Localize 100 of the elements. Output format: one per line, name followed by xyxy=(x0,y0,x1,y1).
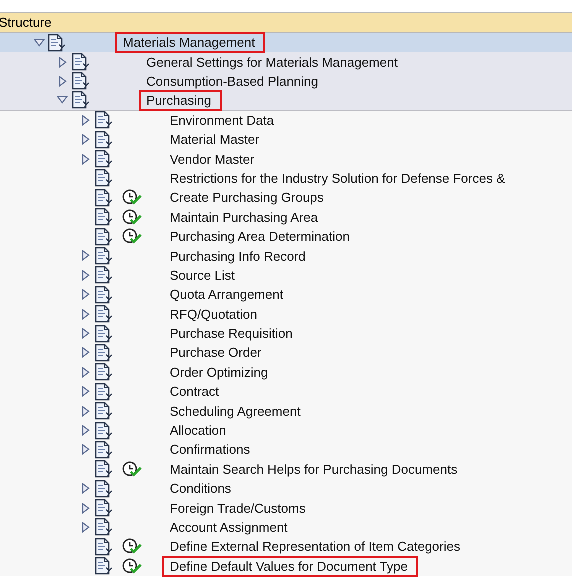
tree-item-label[interactable]: Purchasing xyxy=(138,90,222,111)
document-icon xyxy=(94,208,114,226)
tree-row[interactable]: Maintain Search Helps for Purchasing Documents xyxy=(0,460,572,479)
tree-row[interactable]: Allocation xyxy=(0,420,572,440)
document-icon xyxy=(94,422,114,440)
collapsed-triangle-icon[interactable] xyxy=(82,134,90,146)
collapsed-triangle-icon[interactable] xyxy=(82,366,90,378)
tree-item-label[interactable]: Environment Data xyxy=(162,110,284,131)
tree-item-label[interactable]: Purchasing Info Record xyxy=(162,246,316,266)
tree-item-label[interactable]: Define Default Values for Document Type xyxy=(162,556,418,577)
clock-check-icon[interactable] xyxy=(122,558,142,575)
tree-row[interactable]: Materials Management xyxy=(0,33,572,52)
tree-item-label[interactable]: Source List xyxy=(162,264,246,286)
document-icon xyxy=(94,499,114,518)
collapsed-triangle-icon[interactable] xyxy=(82,114,90,126)
tree-item-label[interactable]: Order Optimizing xyxy=(162,362,278,383)
document-icon xyxy=(94,150,114,168)
clock-check-icon[interactable] xyxy=(122,228,142,246)
collapsed-triangle-icon[interactable] xyxy=(82,444,90,456)
document-icon xyxy=(94,130,114,149)
tree-item-label[interactable]: General Settings for Materials Management xyxy=(138,52,408,73)
tree-item-label[interactable]: Material Master xyxy=(162,129,270,150)
tree-row[interactable]: Purchasing xyxy=(0,91,572,111)
tree-row[interactable]: Define Default Values for Document Type xyxy=(0,556,572,576)
tree-row[interactable]: Vendor Master xyxy=(0,149,572,169)
tree-item-label[interactable]: Materials Management xyxy=(115,32,266,54)
document-icon xyxy=(94,305,114,324)
document-icon xyxy=(94,440,114,459)
collapsed-triangle-icon[interactable] xyxy=(82,154,90,165)
collapsed-triangle-icon[interactable] xyxy=(82,502,90,514)
collapsed-triangle-icon[interactable] xyxy=(82,328,90,340)
expanded-triangle-icon[interactable] xyxy=(57,96,68,104)
tree-row[interactable]: Environment Data xyxy=(0,110,572,130)
tree-row[interactable]: Confirmations xyxy=(0,440,572,460)
tree-row[interactable]: Contract xyxy=(0,382,572,402)
collapsed-triangle-icon[interactable] xyxy=(58,56,66,68)
tree-item-label[interactable]: Confirmations xyxy=(162,439,260,460)
document-icon xyxy=(70,53,90,72)
tree-row[interactable]: Restrictions for the Industry Solution for Defense Forces & xyxy=(0,168,572,188)
document-icon xyxy=(94,402,114,420)
tree-row[interactable]: General Settings for Materials Management xyxy=(0,52,572,72)
tree-row[interactable]: Account Assignment xyxy=(0,518,572,538)
collapsed-triangle-icon[interactable] xyxy=(82,289,90,300)
tree-item-label[interactable]: Account Assignment xyxy=(162,516,298,538)
collapsed-triangle-icon[interactable] xyxy=(82,406,90,417)
collapsed-triangle-icon[interactable] xyxy=(58,76,66,87)
tree-row[interactable]: Purchase Requisition xyxy=(0,324,572,344)
collapsed-triangle-icon[interactable] xyxy=(82,425,90,436)
tree-row[interactable]: Define External Representation of Item Categories xyxy=(0,537,572,557)
tree-row[interactable]: Scheduling Agreement xyxy=(0,401,572,421)
collapsed-triangle-icon[interactable] xyxy=(82,250,90,262)
tree-item-label[interactable]: Purchasing Area Determination xyxy=(162,226,360,248)
clock-check-icon[interactable] xyxy=(122,208,142,226)
tree-row[interactable]: Consumption-Based Planning xyxy=(0,72,572,92)
tree-item-label[interactable]: Conditions xyxy=(162,478,242,500)
tree-item-label[interactable]: Maintain Purchasing Area xyxy=(162,206,328,228)
tree-item-label[interactable]: Consumption-Based Planning xyxy=(138,70,328,92)
tree-item-label[interactable]: Maintain Search Helps for Purchasing Documents xyxy=(162,458,468,480)
document-icon xyxy=(70,91,90,110)
tree-item-label[interactable]: Vendor Master xyxy=(162,148,265,170)
tree-item-label[interactable]: Purchase Order xyxy=(162,342,272,364)
tree-item-label[interactable]: Define External Representation of Item Categories xyxy=(162,536,470,558)
tree-item-label[interactable]: Foreign Trade/Customs xyxy=(162,498,316,519)
collapsed-triangle-icon[interactable] xyxy=(82,308,90,320)
tree-item-label[interactable]: Restrictions for the Industry Solution for Defense Forces & xyxy=(162,168,516,189)
clock-check-icon[interactable] xyxy=(122,538,142,556)
tree-row[interactable]: Quota Arrangement xyxy=(0,285,572,304)
tree-row[interactable]: Purchasing Info Record xyxy=(0,246,572,266)
tree-row[interactable]: Foreign Trade/Customs xyxy=(0,498,572,518)
tree-row[interactable]: Purchase Order xyxy=(0,343,572,363)
tree-row[interactable]: Material Master xyxy=(0,130,572,150)
tree-item-label[interactable]: Create Purchasing Groups xyxy=(162,187,334,208)
tree-row[interactable]: Order Optimizing xyxy=(0,362,572,382)
tree-item-label[interactable]: Contract xyxy=(162,381,230,402)
collapsed-triangle-icon[interactable] xyxy=(82,522,90,533)
document-icon xyxy=(70,72,90,90)
document-icon xyxy=(94,382,114,401)
clock-check-icon[interactable] xyxy=(122,460,142,478)
tree-item-label[interactable]: Purchase Requisition xyxy=(162,323,303,344)
tree-row[interactable]: Create Purchasing Groups xyxy=(0,188,572,208)
tree-item-label[interactable]: Allocation xyxy=(162,420,236,442)
clock-check-icon[interactable] xyxy=(122,189,142,206)
collapsed-triangle-icon[interactable] xyxy=(82,483,90,494)
expanded-triangle-icon[interactable] xyxy=(34,38,44,47)
tree-item-label[interactable]: Scheduling Agreement xyxy=(162,400,311,422)
document-icon xyxy=(94,480,114,498)
document-icon xyxy=(47,34,67,52)
tree-row[interactable]: Source List xyxy=(0,266,572,286)
tree-row[interactable]: Conditions xyxy=(0,478,572,498)
document-icon xyxy=(94,363,114,382)
tree-item-label[interactable]: Quota Arrangement xyxy=(162,284,294,306)
tree-row[interactable]: Purchasing Area Determination xyxy=(0,226,572,246)
document-icon xyxy=(94,324,114,343)
document-icon xyxy=(94,460,114,478)
collapsed-triangle-icon[interactable] xyxy=(82,386,90,398)
collapsed-triangle-icon[interactable] xyxy=(82,270,90,281)
tree-item-label[interactable]: RFQ/Quotation xyxy=(162,304,268,325)
tree-row[interactable]: RFQ/Quotation xyxy=(0,304,572,324)
collapsed-triangle-icon[interactable] xyxy=(82,347,90,358)
tree-row[interactable]: Maintain Purchasing Area xyxy=(0,208,572,227)
